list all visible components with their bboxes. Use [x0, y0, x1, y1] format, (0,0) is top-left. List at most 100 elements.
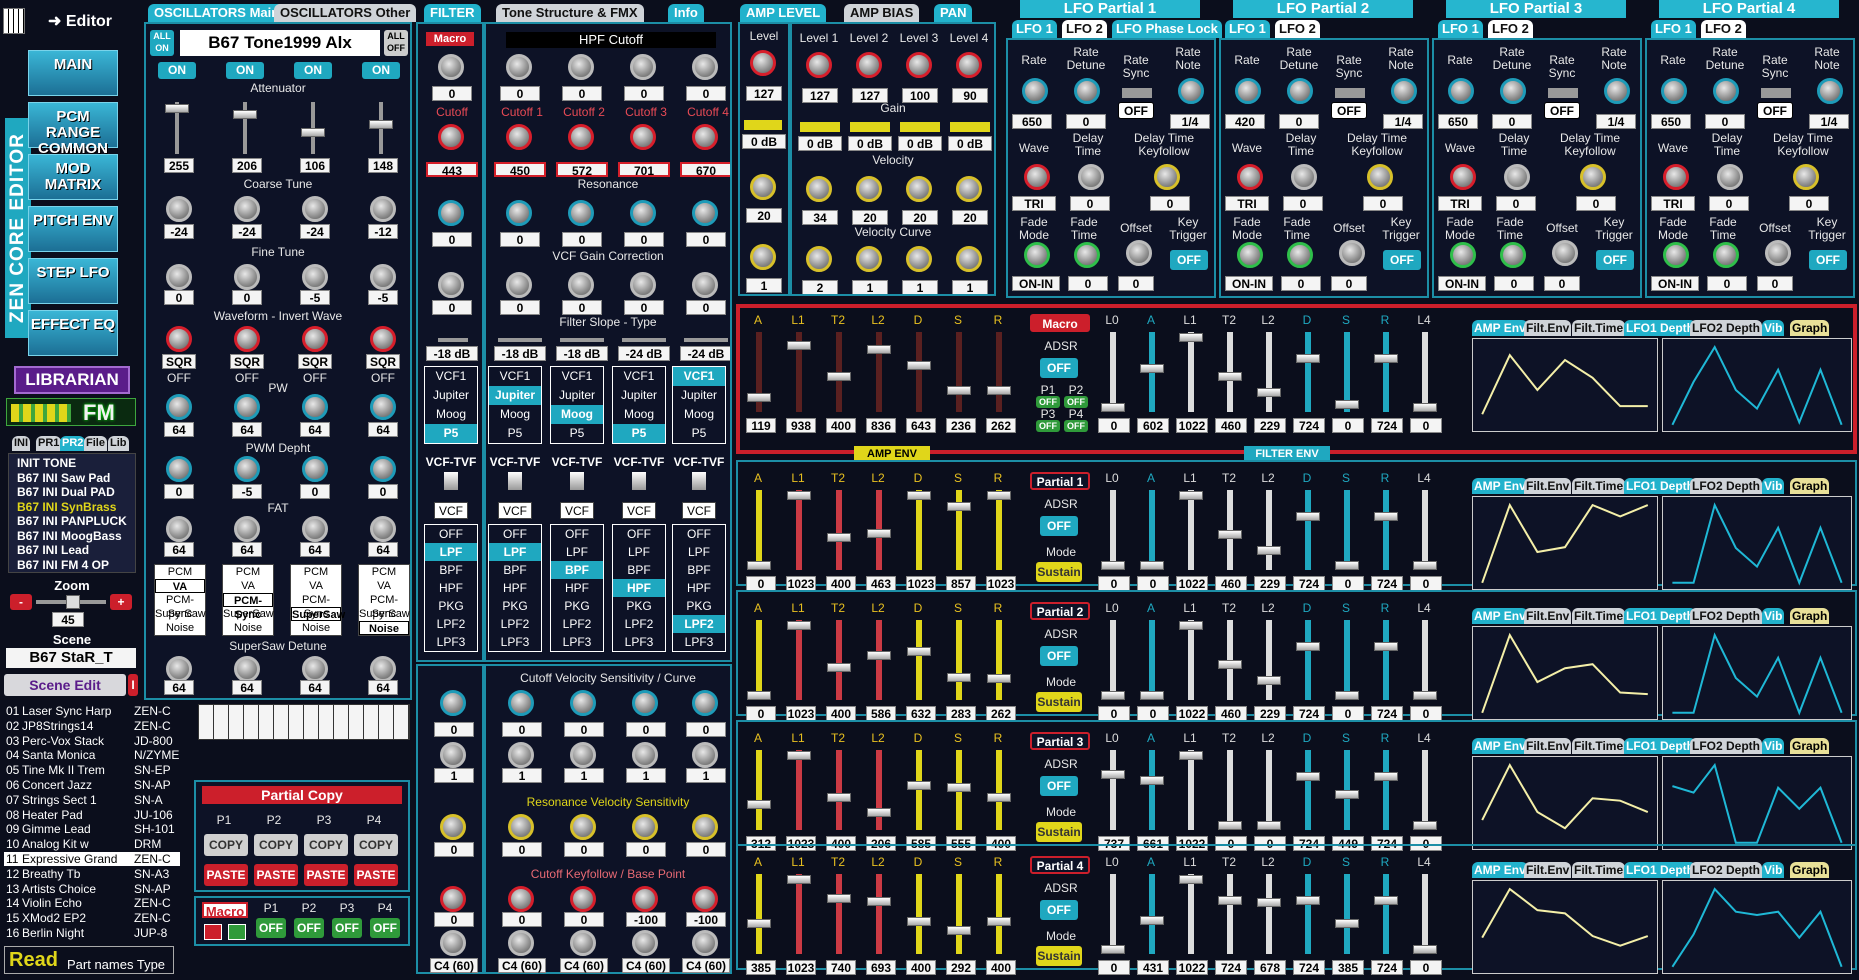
fat-knob[interactable]	[234, 516, 260, 542]
amp-env-fader[interactable]	[947, 874, 971, 954]
filter-env-fader[interactable]	[1218, 620, 1242, 700]
supersaw-detune-knob[interactable]	[234, 656, 260, 682]
envelope-graph-tab[interactable]: Filt.Time	[1572, 738, 1626, 754]
gain-correction-knob[interactable]	[630, 272, 656, 298]
scene-row[interactable]: 12 Breathy Tb SN-A3	[4, 867, 180, 881]
filter-env-fader[interactable]	[1179, 490, 1203, 570]
filter-env-fader[interactable]	[1413, 332, 1437, 412]
partial-level-knob[interactable]	[806, 52, 832, 78]
resonance-macro-knob[interactable]	[438, 200, 464, 226]
fine-tune-knob[interactable]	[370, 264, 396, 290]
fader-handle[interactable]	[1257, 898, 1281, 908]
lfo-wave-knob[interactable]	[1663, 164, 1689, 190]
fader-handle[interactable]	[867, 528, 891, 538]
envelope-graph-tab[interactable]: Graph	[1790, 738, 1830, 754]
paste-button[interactable]: PASTE	[304, 864, 348, 886]
fader-handle[interactable]	[233, 110, 257, 119]
gain-correction-knob[interactable]	[568, 272, 594, 298]
envelope-graph-tab[interactable]: Vib	[1762, 738, 1785, 754]
envelope-graph-tab[interactable]: AMP Env	[1472, 478, 1528, 494]
lfo-rate-sync-off[interactable]: OFF	[1118, 102, 1154, 119]
filter-type-option[interactable]: PKG	[551, 597, 603, 615]
slope-macro-slider[interactable]	[438, 338, 468, 342]
lfo-tab[interactable]: LFO 1	[1012, 20, 1057, 38]
amp-env-fader[interactable]	[987, 490, 1011, 570]
filter-env-fader[interactable]	[1374, 750, 1398, 830]
osc-type-option[interactable]: PCM-Sync	[223, 593, 273, 621]
lfo-fade-mode-knob[interactable]	[1450, 242, 1476, 268]
filter-type-option[interactable]: BPF	[613, 561, 665, 579]
lfo-tab[interactable]: LFO 1	[1651, 20, 1696, 38]
filter-env-fader[interactable]	[1179, 620, 1203, 700]
osc-type-option[interactable]: VA	[359, 579, 409, 593]
gain-macro-knob[interactable]	[438, 272, 464, 298]
cutoff-velocity-knob[interactable]	[692, 690, 718, 716]
lfo-delay-knob[interactable]	[1078, 164, 1104, 190]
envelope-graph-tab[interactable]: AMP Env	[1472, 320, 1528, 336]
tone-name[interactable]: B67 Tone1999 Alx	[180, 30, 380, 56]
filter-type-selector[interactable]: OFF LPF BPF HPF PKG LPF2 LPF3	[424, 524, 478, 652]
partial-velocity-curve-knob[interactable]	[856, 246, 882, 272]
cutoff-velocity-curve-knob[interactable]	[570, 742, 596, 768]
attenuator-fader[interactable]	[165, 102, 189, 154]
filter-env-fader[interactable]	[1218, 332, 1242, 412]
filter-type-option[interactable]: OFF	[489, 525, 541, 543]
coarse-tune-knob[interactable]	[234, 196, 260, 222]
lfo-tab[interactable]: LFO Phase Lock	[1112, 20, 1222, 38]
lfo-key-trigger-button[interactable]: OFF	[1170, 250, 1208, 270]
vcf-button[interactable]: VCF	[682, 502, 716, 519]
fader-handle[interactable]	[987, 917, 1011, 927]
fader-handle[interactable]	[907, 491, 931, 501]
vcf-button[interactable]: VCF	[498, 502, 532, 519]
fader-handle[interactable]	[1413, 820, 1437, 830]
lfo-key-trigger-button[interactable]: OFF	[1383, 250, 1421, 270]
zoom-slider[interactable]	[36, 595, 106, 609]
filter-slope-slider[interactable]	[498, 338, 542, 342]
amp-env-fader[interactable]	[867, 874, 891, 954]
fader-handle[interactable]	[1218, 529, 1242, 539]
nav-pcm-range-common[interactable]: PCM RANGE COMMON	[28, 102, 118, 157]
osc-type-option[interactable]: Noise	[223, 621, 273, 635]
lfo-key-trigger-button[interactable]: OFF	[1809, 250, 1847, 270]
partial-velocity-curve-knob[interactable]	[806, 246, 832, 272]
vcf-type-option[interactable]: Moog	[673, 405, 725, 424]
osc-type-option[interactable]: Noise	[359, 621, 409, 635]
amp-env-fader[interactable]	[947, 332, 971, 412]
lib-tab-pr2[interactable]: PR2	[60, 436, 86, 451]
cutoff-velocity-knob[interactable]	[508, 690, 534, 716]
fader-handle[interactable]	[947, 672, 971, 682]
filter-env-fader[interactable]	[1257, 620, 1281, 700]
vcf-type-selector[interactable]: VCF1 Jupiter Moog P5	[488, 366, 542, 444]
envelope-graph-tab[interactable]: LFO2 Depth	[1690, 320, 1762, 336]
fader-handle[interactable]	[1101, 770, 1125, 780]
filter-env-fader[interactable]	[1374, 874, 1398, 954]
cutoff-velocity-knob[interactable]	[632, 690, 658, 716]
fader-handle[interactable]	[827, 894, 851, 904]
scene-row[interactable]: 15 XMod2 EP2 ZEN-C	[4, 911, 180, 925]
scene-edit-button[interactable]: Scene Edit	[4, 674, 126, 696]
scene-row[interactable]: 02 JP8Strings14 ZEN-C	[4, 719, 180, 733]
fader-handle[interactable]	[747, 690, 771, 700]
partial-velocity-curve-knob[interactable]	[956, 246, 982, 272]
filter-env-fader[interactable]	[1140, 490, 1164, 570]
filter-type-option[interactable]: LPF	[425, 543, 477, 561]
lfo-rate-knob[interactable]	[1661, 78, 1687, 104]
lib-tab-pr1[interactable]: PR1	[36, 436, 62, 451]
vcf-type-option[interactable]: VCF1	[673, 367, 725, 386]
envelope-graph-tab[interactable]: Graph	[1790, 862, 1830, 878]
lfo-offset-knob[interactable]	[1339, 240, 1365, 266]
nav-mod-matrix[interactable]: MOD MATRIX	[28, 154, 118, 200]
fader-handle[interactable]	[1101, 402, 1125, 412]
vcf-tvf-switch[interactable]	[632, 472, 646, 490]
filter-env-fader[interactable]	[1257, 874, 1281, 954]
filter-type-option[interactable]: HPF	[673, 579, 725, 597]
envelope-graph-tab[interactable]: LFO1 Depth	[1624, 862, 1696, 878]
fader-handle[interactable]	[165, 104, 189, 113]
fader-handle[interactable]	[987, 793, 1011, 803]
fine-tune-knob[interactable]	[166, 264, 192, 290]
fader-handle[interactable]	[1296, 353, 1320, 363]
lfo-rate-note-knob[interactable]	[1817, 78, 1843, 104]
fader-handle[interactable]	[1101, 560, 1125, 570]
filter-type-option[interactable]: LPF3	[489, 633, 541, 651]
filter-env-fader[interactable]	[1374, 332, 1398, 412]
